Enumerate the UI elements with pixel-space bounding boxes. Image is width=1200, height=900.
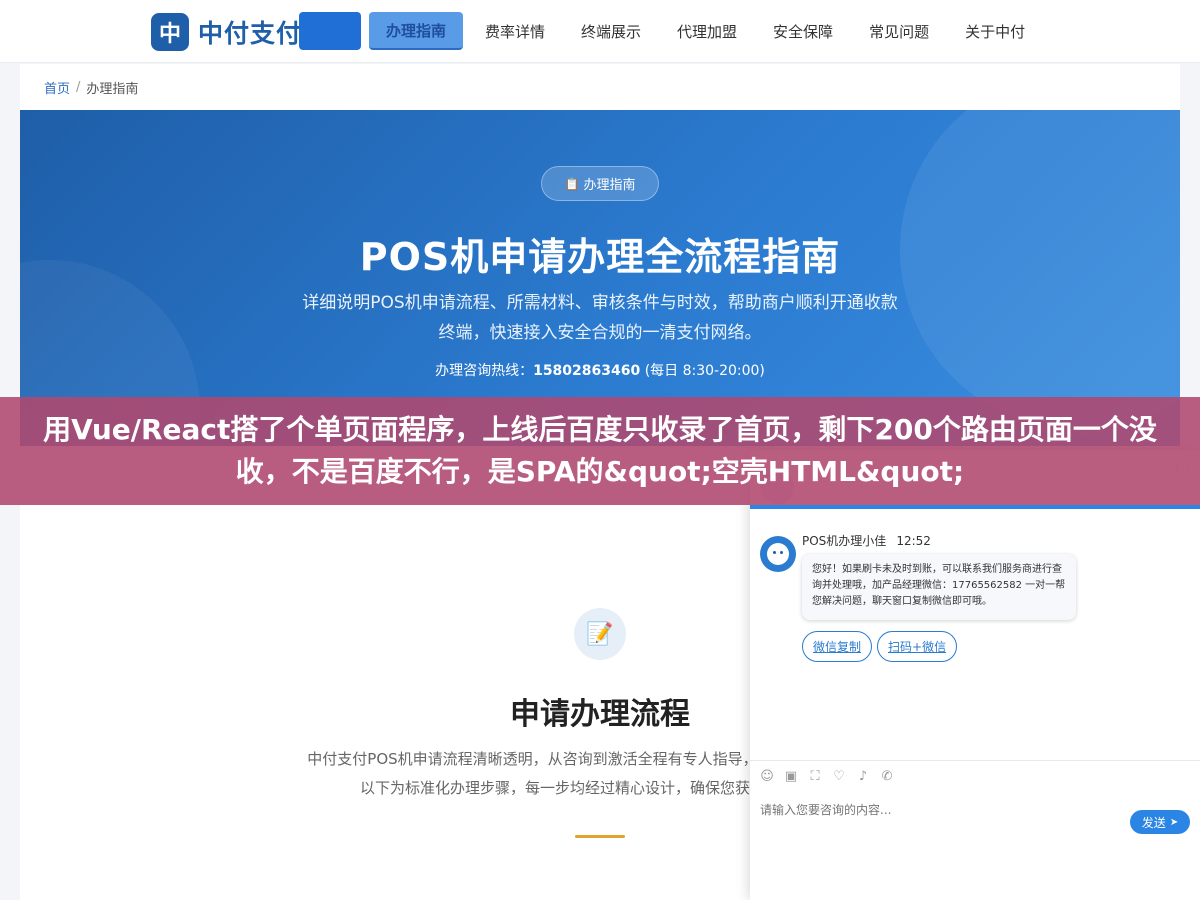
- chat-toolbar: ☺ ▣ ⛶ ♡ ♪ ✆: [760, 770, 904, 784]
- hero-description: 详细说明POS机申请流程、所需材料、审核条件与时效，帮助商户顺利开通收款终端，快…: [302, 293, 898, 343]
- sound-icon[interactable]: ♪: [856, 770, 870, 784]
- logo-mark: 中: [151, 13, 189, 51]
- site-header: 中 中付支付 首页 办理指南 费率详情 终端展示 代理加盟 安全保障 常见问题 …: [0, 0, 1200, 63]
- page-title: POS机申请办理全流程指南: [359, 235, 841, 279]
- message-meta: POS机办理小佳 12:52: [802, 532, 931, 549]
- scan-wechat-button[interactable]: 扫码+微信: [877, 631, 958, 662]
- chat-accent-bar: [750, 505, 1200, 509]
- message-bubble: 您好！如果刷卡未及时到账，可以联系我们服务商进行查询并处理哦，加产品经理微信：1…: [802, 554, 1076, 620]
- rating-icon[interactable]: ♡: [832, 770, 846, 784]
- overlay-banner: 用Vue/React搭了个单页面程序，上线后百度只收录了首页，剩下200个路由页…: [0, 397, 1200, 505]
- hotline-label: 办理咨询热线：: [435, 363, 534, 379]
- clipboard-icon: 📋: [564, 176, 580, 191]
- breadcrumb-current: 办理指南: [86, 81, 139, 97]
- emoji-icon[interactable]: ☺: [760, 770, 774, 784]
- screenshot-icon[interactable]: ⛶: [808, 770, 822, 784]
- message-actions: 微信复制 扫码+微信: [802, 631, 962, 662]
- nav-guide[interactable]: 办理指南: [369, 12, 463, 50]
- chat-widget: – POS机办理小佳12:52 您好！如果刷卡未及时到账，可以联系我们服务商进行…: [750, 450, 1200, 900]
- image-icon[interactable]: ▣: [784, 770, 798, 784]
- logo[interactable]: 中 中付支付: [151, 13, 302, 51]
- hero-banner: 📋 办理指南 POS机申请办理全流程指南 详细说明POS机申请流程、所需材料、审…: [20, 110, 1180, 446]
- copy-wechat-button[interactable]: 微信复制: [802, 631, 873, 662]
- breadcrumb: 首页 / 办理指南: [20, 64, 1180, 110]
- send-arrow-icon: ➤: [1169, 816, 1179, 828]
- main-nav: 首页 办理指南 费率详情 终端展示 代理加盟 安全保障 常见问题 关于中付: [299, 12, 1047, 50]
- memo-icon: 📝: [574, 608, 626, 660]
- nav-about[interactable]: 关于中付: [951, 12, 1039, 50]
- hero-badge-label: 办理指南: [583, 178, 636, 193]
- banner-text: 用Vue/React搭了个单页面程序，上线后百度只收录了首页，剩下200个路由页…: [43, 413, 1157, 488]
- breadcrumb-home-link[interactable]: 首页: [44, 78, 70, 97]
- agent-name: POS机办理小佳: [802, 534, 887, 548]
- chat-divider: [750, 760, 1200, 761]
- nav-agents[interactable]: 代理加盟: [663, 12, 751, 50]
- hotline: 办理咨询热线：15802863460 (每日 8:30-20:00): [20, 360, 1180, 380]
- nav-security[interactable]: 安全保障: [759, 12, 847, 50]
- hotline-hours: (每日 8:30-20:00): [644, 363, 765, 379]
- breadcrumb-separator: /: [76, 79, 81, 95]
- title-underline: [575, 835, 625, 838]
- hero-badge: 📋 办理指南: [541, 166, 659, 201]
- agent-avatar: [760, 536, 796, 572]
- nav-faq[interactable]: 常见问题: [855, 12, 943, 50]
- agent-face-icon: [767, 543, 789, 565]
- nav-home[interactable]: 首页: [299, 12, 361, 50]
- nav-terminals[interactable]: 终端展示: [567, 12, 655, 50]
- logo-text: 中付支付: [198, 19, 303, 48]
- message-time: 12:52: [896, 534, 931, 548]
- nav-rates[interactable]: 费率详情: [471, 12, 559, 50]
- hotline-number[interactable]: 15802863460: [533, 363, 640, 379]
- chat-input[interactable]: [760, 800, 1120, 820]
- send-button[interactable]: 发送 ➤: [1130, 810, 1190, 834]
- send-label: 发送: [1141, 815, 1166, 830]
- wechat-icon[interactable]: ✆: [880, 770, 894, 784]
